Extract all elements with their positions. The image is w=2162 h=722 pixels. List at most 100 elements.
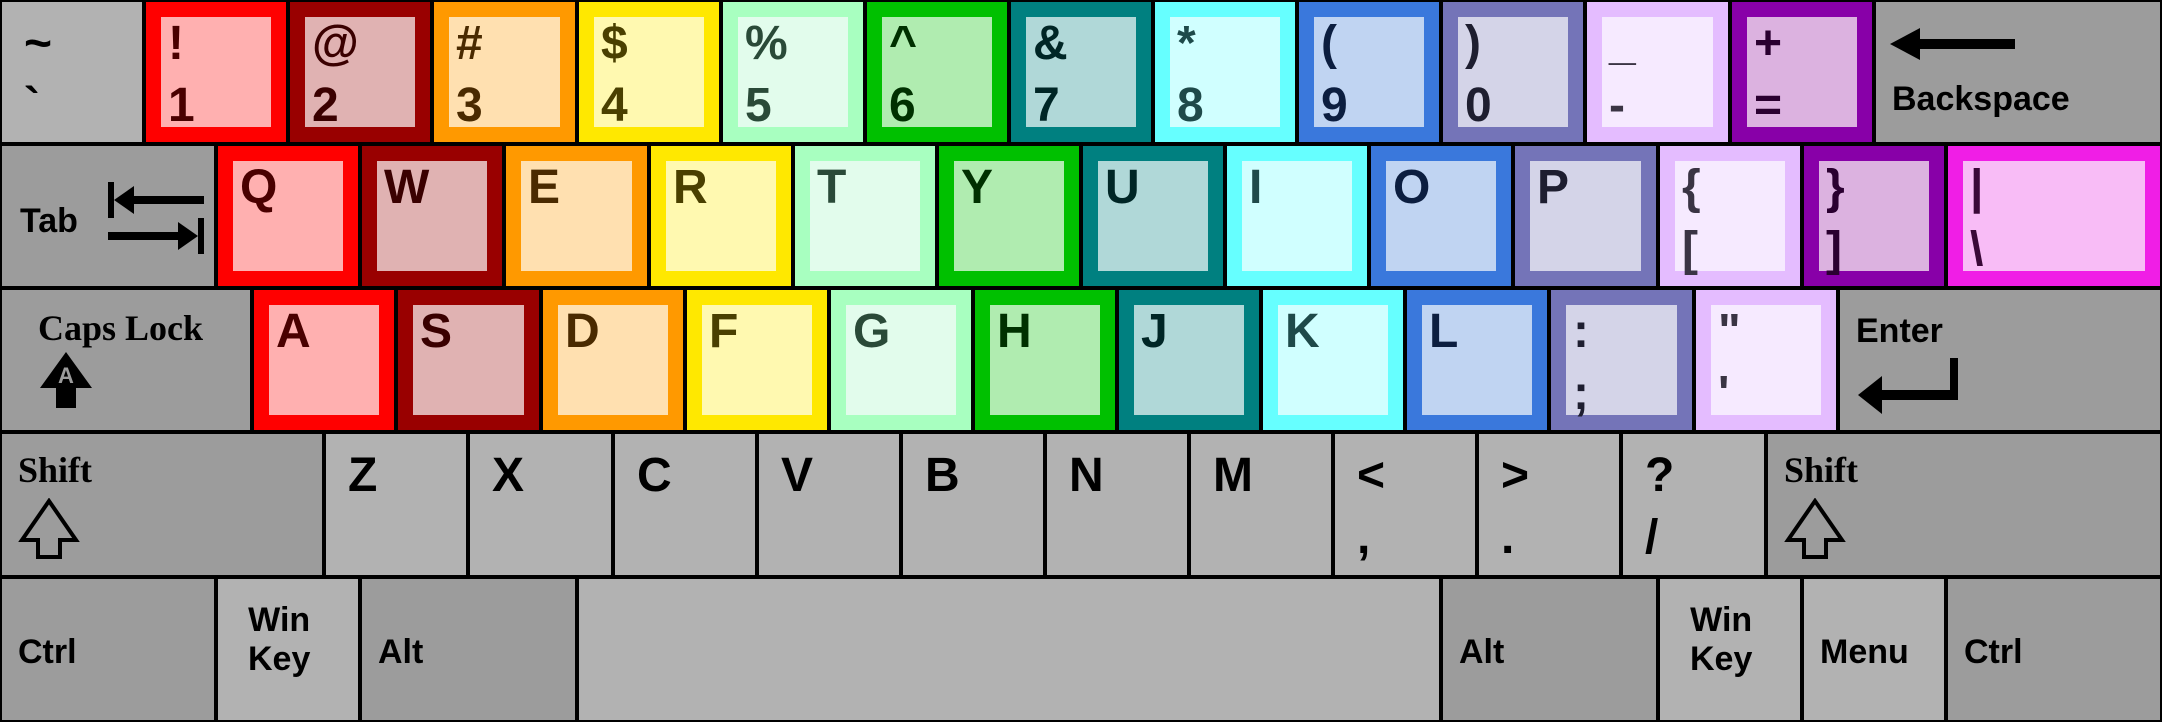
key-semicolon[interactable]: :; xyxy=(1549,288,1694,432)
key-legend-top: ^ xyxy=(889,17,918,70)
key-2[interactable]: @2 xyxy=(288,0,432,144)
key-a[interactable]: A xyxy=(252,288,396,432)
key-c[interactable]: C xyxy=(613,432,757,577)
key-legend-top: " xyxy=(1718,305,1741,358)
key-period[interactable]: >. xyxy=(1477,432,1621,577)
key-d[interactable]: D xyxy=(541,288,685,432)
key-slash[interactable]: ? / xyxy=(1621,432,1766,577)
key-legend-bot: 9 xyxy=(1321,79,1348,132)
keyboard-layout-diagram: ~ `! 1 @2 #3 $4% 5 ^ 6 & 7 * 8(9) 0 _ - + = Backspace Tab Q W… xyxy=(0,0,2162,722)
key-j[interactable]: J xyxy=(1117,288,1261,432)
enter-arrow-icon xyxy=(1858,358,1958,423)
key-legend-single: F xyxy=(709,305,739,358)
key-backslash[interactable]: | \ xyxy=(1946,144,2162,288)
key-w[interactable]: W xyxy=(360,144,504,288)
key-legend-top: ~ xyxy=(24,17,53,70)
key-legend-single: R xyxy=(673,161,708,214)
key-legend-bot: 3 xyxy=(456,79,483,132)
key-h[interactable]: H xyxy=(973,288,1117,432)
key-v[interactable]: V xyxy=(757,432,901,577)
key-capslock[interactable]: Caps Lock A xyxy=(0,288,252,432)
key-7[interactable]: & 7 xyxy=(1009,0,1153,144)
key-ralt[interactable]: Alt xyxy=(1441,577,1658,722)
key-lctrl[interactable]: Ctrl xyxy=(0,577,216,722)
key-f[interactable]: F xyxy=(685,288,829,432)
svg-text:A: A xyxy=(58,363,74,388)
key-1[interactable]: ! 1 xyxy=(144,0,288,144)
key-legend-top: < xyxy=(1357,449,1386,502)
key-e[interactable]: E xyxy=(504,144,649,288)
key-legend-top: | xyxy=(1970,161,1984,214)
key-legend-single: I xyxy=(1249,161,1263,214)
key-x[interactable]: X xyxy=(468,432,613,577)
key-m[interactable]: M xyxy=(1189,432,1333,577)
key-label: Ctrl xyxy=(18,633,77,671)
key-legend-single: H xyxy=(997,305,1032,358)
key-5[interactable]: % 5 xyxy=(721,0,865,144)
key-legend-single: M xyxy=(1213,449,1253,502)
key-legend-single: E xyxy=(528,161,561,214)
caps-lock-icon: A xyxy=(38,352,94,413)
key-9[interactable]: (9 xyxy=(1297,0,1441,144)
key-legend-bot: = xyxy=(1754,79,1783,132)
key-comma[interactable]: <, xyxy=(1333,432,1477,577)
shift-arrow-icon xyxy=(1784,497,1846,565)
key-8[interactable]: * 8 xyxy=(1153,0,1297,144)
key-r[interactable]: R xyxy=(649,144,793,288)
key-legend-top: ! xyxy=(168,17,184,70)
key-g[interactable]: G xyxy=(829,288,973,432)
key-legend-bot: [ xyxy=(1682,223,1698,276)
key-legend-single: T xyxy=(817,161,847,214)
key-rshift[interactable]: Shift xyxy=(1766,432,2162,577)
key-0[interactable]: ) 0 xyxy=(1441,0,1585,144)
key-q[interactable]: Q xyxy=(216,144,360,288)
key-enter[interactable]: Enter xyxy=(1838,288,2162,432)
key-legend-bot: 1 xyxy=(168,79,195,132)
key-legend-bot: 2 xyxy=(312,79,339,132)
key-legend-bot: 4 xyxy=(601,79,628,132)
key-3[interactable]: #3 xyxy=(432,0,577,144)
key-backspace[interactable]: Backspace xyxy=(1874,0,2162,144)
key-minus[interactable]: _ - xyxy=(1585,0,1730,144)
key-menu[interactable]: Menu xyxy=(1802,577,1946,722)
key-quote[interactable]: " ' xyxy=(1694,288,1838,432)
key-legend-top: * xyxy=(1177,17,1196,70)
key-rctrl[interactable]: Ctrl xyxy=(1946,577,2162,722)
key-legend-single: X xyxy=(492,449,525,502)
key-legend-bot: 8 xyxy=(1177,79,1204,132)
key-u[interactable]: U xyxy=(1081,144,1225,288)
key-rwin[interactable]: Win Key xyxy=(1658,577,1802,722)
key-4[interactable]: $4 xyxy=(577,0,721,144)
key-legend-bot: ' xyxy=(1718,367,1730,420)
key-legend-top: ? xyxy=(1645,449,1675,502)
key-y[interactable]: Y xyxy=(937,144,1081,288)
key-legend-top: & xyxy=(1033,17,1068,70)
key-l[interactable]: L xyxy=(1405,288,1549,432)
key-lbracket[interactable]: {[ xyxy=(1658,144,1802,288)
key-legend-top: + xyxy=(1754,17,1783,70)
key-n[interactable]: N xyxy=(1045,432,1189,577)
key-z[interactable]: Z xyxy=(324,432,468,577)
key-rbracket[interactable]: }] xyxy=(1802,144,1946,288)
key-s[interactable]: S xyxy=(396,288,541,432)
tab-arrows-icon xyxy=(106,178,206,263)
key-p[interactable]: P xyxy=(1513,144,1658,288)
key-lshift[interactable]: Shift xyxy=(0,432,324,577)
key-backtick[interactable]: ~ ` xyxy=(0,0,144,144)
key-equals[interactable]: + = xyxy=(1730,0,1874,144)
key-lalt[interactable]: Alt xyxy=(360,577,577,722)
key-t[interactable]: T xyxy=(793,144,937,288)
key-o[interactable]: O xyxy=(1369,144,1513,288)
key-legend-top: # xyxy=(456,17,483,70)
key-space[interactable] xyxy=(577,577,1441,722)
key-legend-bot: 0 xyxy=(1465,79,1492,132)
key-k[interactable]: K xyxy=(1261,288,1405,432)
left-arrow-icon xyxy=(1890,24,2020,69)
key-i[interactable]: I xyxy=(1225,144,1369,288)
key-legend-top: _ xyxy=(1609,17,1636,70)
key-tab[interactable]: Tab xyxy=(0,144,216,288)
key-b[interactable]: B xyxy=(901,432,1045,577)
key-lwin[interactable]: Win Key xyxy=(216,577,360,722)
key-label: Enter xyxy=(1856,312,1943,350)
key-6[interactable]: ^ 6 xyxy=(865,0,1009,144)
